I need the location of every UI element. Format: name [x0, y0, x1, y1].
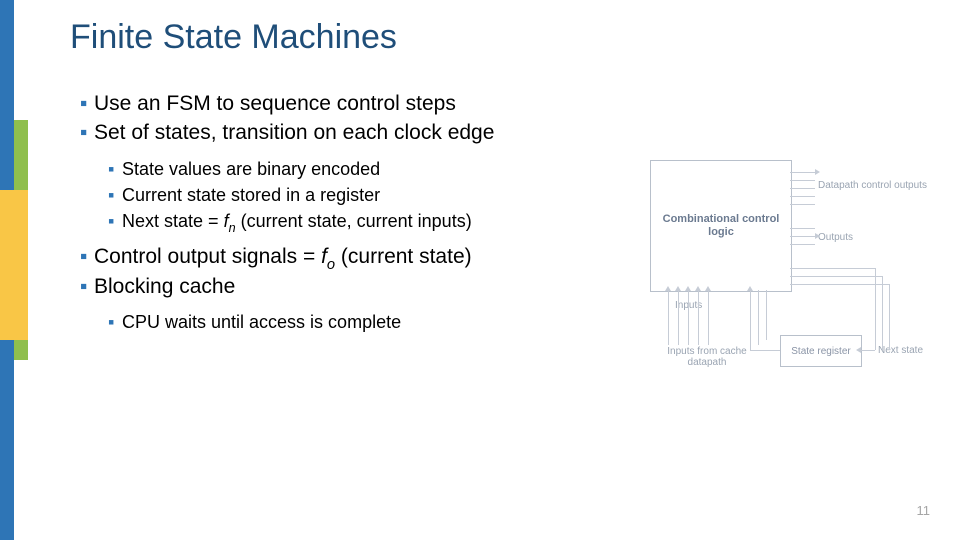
slide-title: Finite State Machines	[70, 18, 397, 57]
bullet-text: Use an FSM to sequence control steps	[94, 92, 456, 115]
label-outputs: Outputs	[818, 232, 853, 243]
bullet-lvl1: ▪Set of states, transition on each clock…	[80, 119, 600, 146]
arrow-line	[790, 244, 815, 245]
arrow-head-icon	[695, 286, 701, 291]
box-combinational-logic: Combinational control logic	[650, 160, 792, 292]
label-next-state: Next state	[878, 345, 923, 356]
bullet-text: Set of states, transition on each clock …	[94, 121, 494, 144]
bullet-lvl2: ▪State values are binary encoded	[108, 157, 600, 181]
arrow-line	[882, 276, 883, 350]
arrow-head-icon	[815, 233, 820, 239]
box-label: Combinational control logic	[651, 213, 791, 239]
math-sub: o	[327, 257, 335, 273]
arrow-head-icon	[675, 286, 681, 291]
arrow-head-icon	[685, 286, 691, 291]
bullet-icon: ▪	[80, 119, 94, 146]
box-label: State register	[791, 346, 850, 357]
arrow-line	[688, 290, 689, 345]
accent-stripe-yellow	[0, 190, 28, 340]
math-f: f	[224, 211, 229, 231]
arrow-line	[766, 290, 767, 340]
bullet-lvl1: ▪Use an FSM to sequence control steps	[80, 90, 600, 117]
bullet-text: Control output signals =	[94, 245, 321, 268]
arrow-line	[758, 290, 759, 345]
arrow-line	[750, 350, 780, 351]
bullet-lvl2: ▪Current state stored in a register	[108, 183, 600, 207]
arrow-line	[668, 290, 669, 345]
label-datapath-outputs: Datapath control outputs	[818, 180, 927, 191]
bullet-lvl1: ▪Blocking cache	[80, 273, 600, 300]
box-state-register: State register	[780, 335, 862, 367]
bullet-icon: ▪	[80, 273, 94, 300]
arrow-head-icon	[747, 286, 753, 291]
bullet-icon: ▪	[108, 183, 122, 207]
arrow-head-icon	[665, 286, 671, 291]
arrow-line	[790, 204, 815, 205]
arrow-line	[790, 236, 815, 237]
arrow-head-icon	[856, 347, 861, 353]
bullet-text: State values are binary encoded	[122, 159, 380, 179]
bullet-icon: ▪	[108, 209, 122, 233]
bullet-icon: ▪	[108, 310, 122, 334]
bullet-text: (current state)	[335, 245, 472, 268]
arrow-line	[790, 188, 815, 189]
arrow-line	[790, 268, 875, 269]
page-number: 11	[917, 503, 931, 518]
label-inputs-datapath: Inputs from cache datapath	[652, 346, 762, 368]
arrow-line	[790, 228, 815, 229]
fsm-diagram: Combinational control logic State regist…	[620, 150, 930, 400]
bullet-icon: ▪	[108, 157, 122, 181]
arrow-line	[708, 290, 709, 345]
bullet-lvl2: ▪CPU waits until access is complete	[108, 310, 600, 334]
arrow-line	[790, 172, 815, 173]
arrow-head-icon	[815, 169, 820, 175]
math-sub: n	[229, 221, 236, 235]
arrow-line	[750, 290, 751, 350]
bullet-lvl2: ▪Next state = fn (current state, current…	[108, 209, 600, 233]
bullet-icon: ▪	[80, 90, 94, 117]
bullet-text: Next state =	[122, 211, 224, 231]
bullet-text: (current state, current inputs)	[236, 211, 472, 231]
bullet-text: CPU waits until access is complete	[122, 312, 401, 332]
arrow-line	[790, 180, 815, 181]
arrow-line	[790, 196, 815, 197]
slide-body: ▪Use an FSM to sequence control steps ▪S…	[80, 88, 600, 336]
arrow-line	[790, 276, 882, 277]
arrow-line	[875, 268, 876, 350]
arrow-line	[889, 284, 890, 350]
bullet-icon: ▪	[80, 243, 94, 270]
arrow-line	[860, 350, 875, 351]
bullet-lvl1: ▪Control output signals = fo (current st…	[80, 243, 600, 270]
arrow-line	[678, 290, 679, 345]
arrow-head-icon	[705, 286, 711, 291]
bullet-text: Blocking cache	[94, 275, 235, 298]
arrow-line	[698, 290, 699, 345]
bullet-text: Current state stored in a register	[122, 185, 380, 205]
